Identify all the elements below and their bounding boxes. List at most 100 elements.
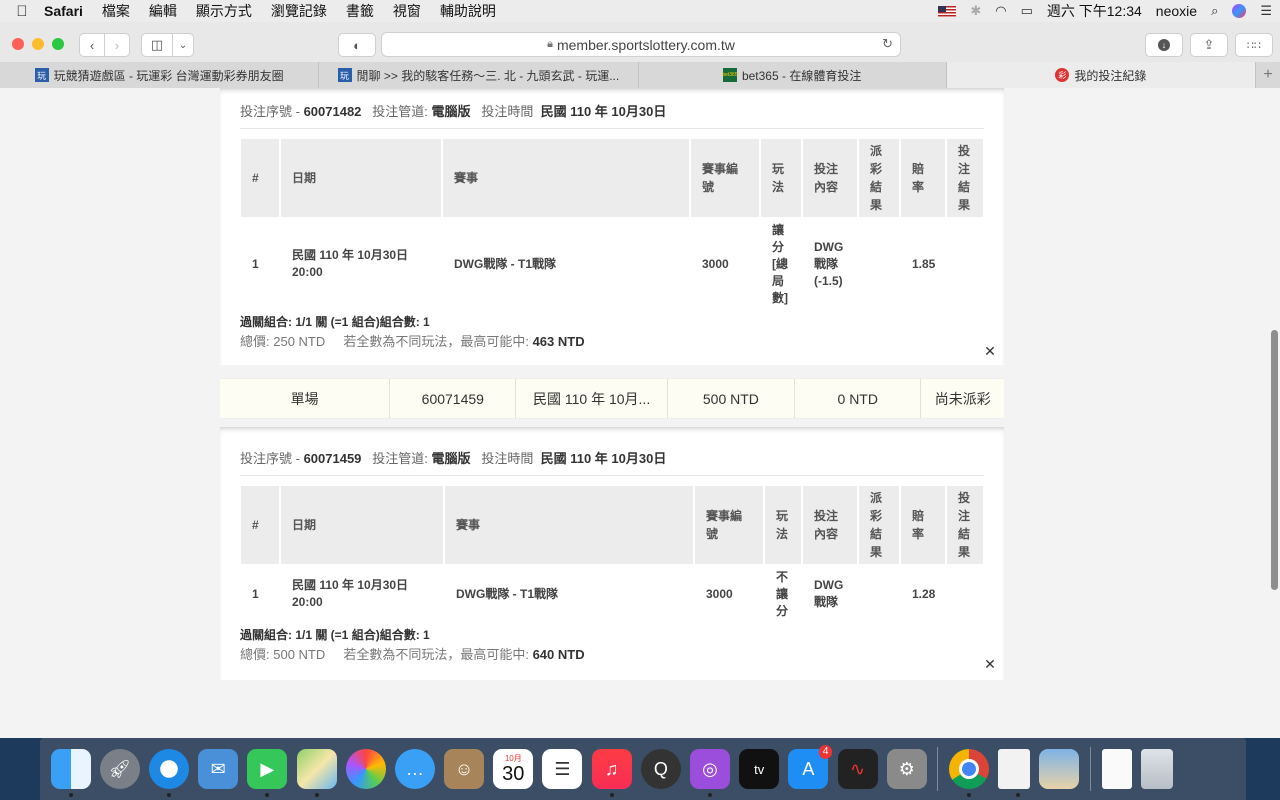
header-date: 日期: [281, 139, 443, 217]
bet-detail-panel: 投注序號 - 60071459 投注管道: 電腦版 投注時間 民國 110 年 …: [220, 427, 1004, 680]
reload-icon[interactable]: ↻: [882, 36, 893, 52]
menu-safari[interactable]: Safari: [44, 3, 83, 19]
minimize-window-button[interactable]: [32, 38, 44, 50]
sidebar-menu-button[interactable]: ⌄: [172, 33, 194, 57]
tab-overview-button[interactable]: ∷∷: [1235, 33, 1273, 57]
spotlight-search-icon[interactable]: ⌕: [1211, 3, 1218, 19]
row-odds: 1.28: [912, 586, 936, 601]
menu-view[interactable]: 顯示方式: [196, 1, 252, 21]
preview-icon[interactable]: [1039, 749, 1080, 789]
row-result: [947, 564, 985, 624]
menu-file[interactable]: 檔案: [102, 1, 130, 21]
bet-time: 民國 110 年 10月30日: [540, 451, 667, 466]
new-tab-button[interactable]: +: [1256, 62, 1280, 88]
header-event-no: 賽事編號: [691, 139, 761, 217]
podcasts-icon[interactable]: ◎: [690, 749, 731, 797]
apple-tv-icon[interactable]: tv: [739, 749, 780, 789]
menu-edit[interactable]: 編輯: [149, 1, 177, 21]
divider: [240, 128, 984, 129]
menu-bar:  Safari 檔案 編輯 顯示方式 瀏覽記錄 書籤 視窗 輔助說明 ✱ ◠ …: [0, 0, 1280, 22]
siri-icon[interactable]: [1232, 4, 1247, 18]
control-center-icon[interactable]: ☰: [1260, 3, 1272, 19]
bet-table: # 日期 賽事 賽事編號 玩法 投注內容 派彩結果 賠率 投注結果 1 民國 1…: [241, 139, 985, 311]
channel-label: 投注管道:: [372, 104, 428, 119]
share-button[interactable]: ⇪: [1190, 33, 1228, 57]
playsport-favicon-icon: 玩: [337, 68, 352, 82]
address-bar[interactable]: 🔒︎ member.sportslottery.com.tw ↻: [381, 32, 901, 57]
battery-icon[interactable]: ▭: [1021, 3, 1033, 19]
launchpad-icon[interactable]: 🚀︎: [99, 749, 140, 789]
menu-window[interactable]: 視窗: [393, 1, 421, 21]
tab-title: 閒聊 >> 我的駭客任務～三. 北 - 九頭玄武 - 玩運...: [356, 68, 620, 83]
system-preferences-icon[interactable]: ⚙: [886, 749, 927, 789]
table-row: 1 民國 110 年 10月30日 20:00 DWG戰隊 - T1戰隊 300…: [241, 217, 985, 311]
chevron-left-icon: ‹: [89, 37, 95, 53]
bluetooth-icon[interactable]: ✱: [970, 3, 981, 19]
serial-label: 投注序號 -: [240, 104, 304, 119]
row-payout: [859, 564, 901, 624]
finder-icon[interactable]: [50, 749, 91, 797]
menubar-clock[interactable]: 週六 下午12:34: [1047, 1, 1142, 21]
grid-icon: ∷∷: [1247, 39, 1261, 52]
back-button[interactable]: ‹: [79, 33, 105, 57]
contacts-icon[interactable]: ☺: [444, 749, 485, 789]
apple-icon[interactable]: : [0, 3, 44, 20]
messages-icon[interactable]: …: [394, 749, 435, 789]
forward-button[interactable]: ›: [104, 33, 130, 57]
row-date: 民國 110 年 10月30日 20:00: [292, 578, 409, 609]
chrome-icon[interactable]: [948, 749, 989, 797]
max-win-value: 463 NTD: [532, 334, 585, 349]
wifi-icon[interactable]: ◠: [995, 3, 1006, 19]
tab-bet365[interactable]: bet365 bet365 - 在線體育投注: [639, 62, 947, 88]
photos-icon[interactable]: [345, 749, 386, 789]
menubar-user[interactable]: neoxie: [1156, 3, 1197, 19]
facetime-icon[interactable]: ▶: [247, 749, 288, 797]
app-store-icon[interactable]: A4: [788, 745, 833, 789]
menu-history[interactable]: 瀏覽記錄: [271, 1, 327, 21]
row-date: 民國 110 年 10月30日 20:00: [292, 248, 409, 279]
bet-summary-row[interactable]: 單場 60071459 民國 110 年 10月... 500 NTD 0 NT…: [220, 378, 1004, 419]
privacy-report-button[interactable]: ◐: [338, 33, 376, 57]
download-icon: ↓: [1158, 39, 1170, 51]
row-content: DWG戰隊: [814, 578, 844, 609]
tab-title: 玩競猜遊戲區 - 玩運彩 台灣運動彩券朋友圈: [53, 68, 284, 83]
zoom-window-button[interactable]: [52, 38, 64, 50]
calendar-day: 30: [502, 762, 525, 785]
voice-memos-icon[interactable]: ∿: [837, 749, 878, 789]
running-indicator: [68, 793, 73, 797]
close-detail-button[interactable]: ✕: [982, 343, 998, 359]
trash-icon[interactable]: [1140, 749, 1173, 789]
maps-icon[interactable]: [296, 749, 337, 797]
safari-icon[interactable]: [148, 749, 189, 797]
mail-icon[interactable]: ✉: [198, 749, 239, 789]
reminders-icon[interactable]: ☰: [542, 749, 583, 789]
close-detail-button[interactable]: ✕: [982, 656, 998, 672]
header-event: 賽事: [443, 139, 691, 217]
downloads-button[interactable]: ↓: [1145, 33, 1183, 57]
downloads-stack-icon[interactable]: [1101, 749, 1132, 789]
app-store-badge: 4: [818, 745, 833, 759]
tab-my-bets[interactable]: 彩 我的投注紀錄: [946, 62, 1257, 88]
tab-playsport-game[interactable]: 玩 玩競猜遊戲區 - 玩運彩 台灣運動彩券朋友圈: [0, 62, 320, 88]
sidebar-button[interactable]: ◫: [141, 33, 173, 57]
music-icon[interactable]: ♫: [591, 749, 632, 797]
dock-separator: [937, 747, 939, 791]
close-window-button[interactable]: [12, 38, 24, 50]
row-event-no: 3000: [702, 256, 729, 271]
row-no: 1: [252, 586, 259, 601]
tab-playsport-chat[interactable]: 玩 閒聊 >> 我的駭客任務～三. 北 - 九頭玄武 - 玩運...: [319, 62, 639, 88]
menu-bookmarks[interactable]: 書籤: [346, 1, 374, 21]
input-source-flag-icon[interactable]: [938, 5, 957, 17]
calendar-icon[interactable]: 10月 30: [493, 749, 534, 789]
quicktime-icon[interactable]: Q: [640, 749, 681, 789]
combo-info: 過關組合: 1/1 關 (=1 組合)組合數: 1: [240, 628, 430, 642]
document-icon[interactable]: [998, 749, 1031, 797]
page-scrollbar[interactable]: [1271, 330, 1278, 590]
total-info: 總價: 250 NTD 若全數為不同玩法，最高可能中: 463 NTD: [240, 331, 585, 350]
running-indicator: [265, 793, 270, 797]
bet-channel: 電腦版: [431, 451, 471, 466]
total-label: 總價:: [240, 647, 274, 662]
running-indicator: [609, 793, 614, 797]
menu-help[interactable]: 輔助說明: [440, 1, 496, 21]
row-content: DWG戰隊(-1.5): [814, 239, 844, 288]
